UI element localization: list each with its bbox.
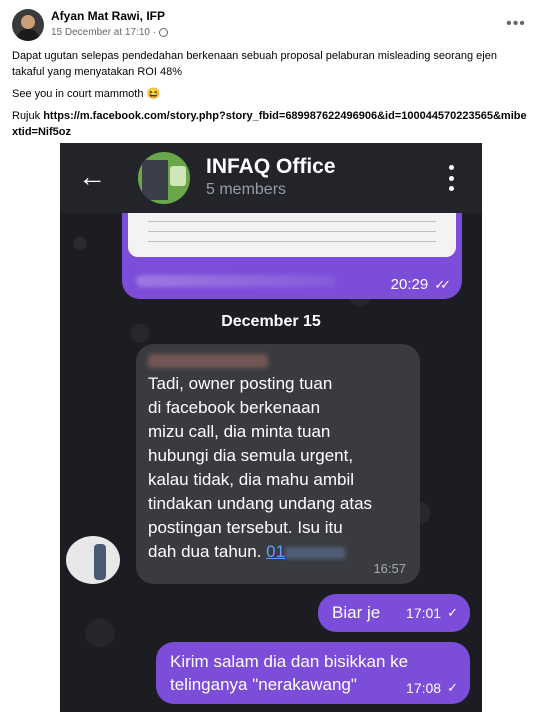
blurred-phone-number (285, 546, 346, 559)
back-arrow-icon[interactable]: ← (78, 163, 106, 191)
more-options-button[interactable]: ••• (506, 14, 526, 34)
incoming-message-body: Tadi, owner posting tuan di facebook ber… (148, 374, 373, 561)
post-body: Dapat ugutan selepas pendedahan berkenaa… (12, 48, 532, 146)
kebab-dot (448, 175, 454, 181)
group-name[interactable]: INFAQ Office (206, 155, 336, 179)
kebab-dot (448, 165, 454, 170)
image-message-bubble[interactable]: 20:29 ✓✓ (122, 213, 462, 299)
post-paragraph: See you in court mammoth 😆 (12, 88, 161, 100)
sender-avatar-figure (94, 544, 106, 580)
message-time: 16:57 (373, 561, 406, 576)
incoming-message-bubble[interactable]: Tadi, owner posting tuan di facebook ber… (136, 344, 420, 584)
check-icon: ✓ (447, 605, 458, 620)
post-paragraph: Dapat ugutan selepas pendedahan berkenaa… (12, 50, 497, 78)
kebab-menu-icon[interactable] (446, 165, 456, 191)
outgoing-message-text: Biar je (332, 603, 381, 622)
chat-screenshot: ← INFAQ Office 5 members 20:29 ✓✓ Decemb… (60, 143, 482, 712)
doc-line (148, 221, 436, 222)
document-image-preview[interactable] (128, 213, 456, 257)
outgoing-message-meta: 17:01 ✓ (406, 605, 458, 621)
incoming-message-text: Tadi, owner posting tuan di facebook ber… (148, 372, 412, 564)
blurred-sender-name (148, 354, 268, 368)
chat-header: ← INFAQ Office 5 members (60, 143, 482, 213)
group-members-count: 5 members (206, 181, 287, 198)
message-time: 20:29 (390, 276, 429, 293)
check-icon: ✓ (447, 680, 458, 695)
doc-line (148, 231, 436, 232)
doc-line (148, 241, 436, 242)
avatar-face (21, 15, 35, 29)
rujuk-label: Rujuk (12, 110, 41, 122)
group-avatar[interactable] (138, 152, 190, 204)
globe-icon (159, 28, 169, 37)
avatar-body (17, 29, 39, 41)
post-reference: Rujuk https://m.facebook.com/story.php?s… (12, 108, 532, 140)
blurred-caption (136, 275, 336, 287)
author-name[interactable]: Afyan Mat Rawi, IFP (51, 9, 165, 23)
story-link[interactable]: https://m.facebook.com/story.php?story_f… (12, 110, 527, 138)
outgoing-message-meta: 17:08 ✓ (406, 680, 458, 696)
author-avatar[interactable] (12, 9, 44, 41)
outgoing-message-bubble[interactable]: Kirim salam dia dan bisikkan ke telingan… (156, 642, 470, 704)
group-avatar-photo (142, 160, 168, 200)
post-meta: 15 December at 17:10 · (51, 27, 169, 38)
post-timestamp[interactable]: 15 December at 17:10 · (51, 27, 156, 38)
group-avatar-logo (170, 166, 186, 186)
post-header: Afyan Mat Rawi, IFP 15 December at 17:10… (0, 0, 544, 44)
image-message-meta: 20:29 ✓✓ (390, 276, 451, 293)
outgoing-message-bubble[interactable]: Biar je 17:01 ✓ (318, 594, 470, 632)
phone-link[interactable]: 01 (266, 542, 285, 561)
message-time: 17:01 (406, 605, 442, 621)
sender-avatar[interactable] (66, 536, 120, 584)
message-time: 17:08 (406, 680, 442, 696)
double-check-icon: ✓✓ (434, 276, 451, 292)
kebab-dot (448, 186, 454, 191)
date-divider: December 15 (221, 313, 321, 330)
